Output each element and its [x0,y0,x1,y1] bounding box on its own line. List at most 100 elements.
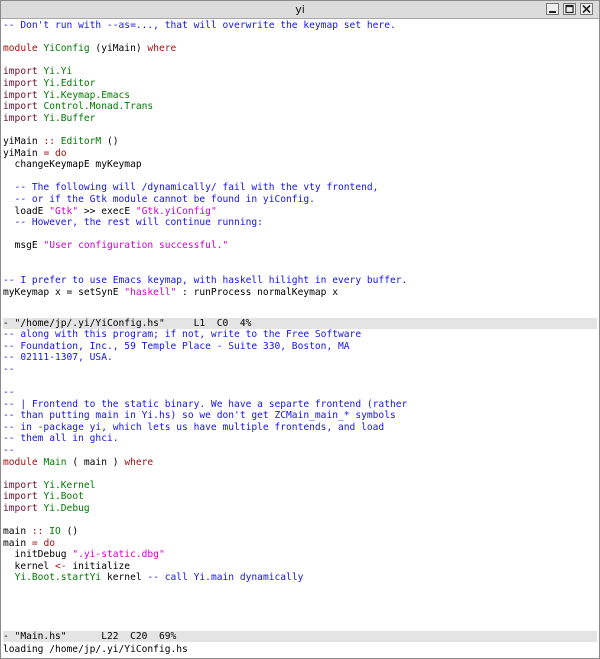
code-token: main [3,537,32,549]
code-line: -- [3,387,597,399]
code-line: yiMain :: EditorM () [3,136,597,148]
code-token: <- [54,560,67,572]
code-token: -- along with this program; if not, writ… [3,329,362,340]
code-line: main = do [3,538,597,550]
code-token: -- 02111-1307, USA. [3,352,113,364]
code-token: Yi.Yi [43,66,73,78]
code-line: -- along with this program; if not, writ… [3,329,597,341]
code-line: import Control.Monad.Trans [3,101,597,113]
code-token: main [3,526,32,538]
code-line: kernel <- initialize [3,561,597,573]
minimize-button[interactable] [546,3,559,15]
code-token: "Gtk.yiConfig" [135,205,217,217]
code-token: ".yi-static.dbg" [72,549,165,561]
window-title: yi [295,3,305,16]
code-token: "User configuration successful." [43,240,229,252]
code-line: Yi.Boot.startYi kernel -- call Yi.main d… [3,572,597,584]
code-token: import [3,66,38,78]
code-token: () [101,135,119,147]
code-line: module Main ( main ) where [3,457,597,469]
code-token: loadE [3,205,50,217]
code-line: -- in -package yi, which lets us have mu… [3,422,597,434]
code-line: yiMain = do [3,148,597,160]
code-line: import Yi.Debug [3,503,597,515]
code-token: -- Foundation, Inc., 59 Temple Place - S… [3,340,350,352]
code-token: Yi.Kernel [43,479,96,491]
bottom-modeline: - "Main.hs" L22 C20 69% [3,631,597,642]
code-line: -- [3,364,597,376]
editor-window: yi -- Don't run with --as=..., that will… [0,0,600,659]
code-token: yiMain [3,135,44,147]
code-token: -- | Frontend to the static binary. We h… [3,398,408,410]
code-token: kernel [3,560,55,572]
maximize-button[interactable] [563,3,576,15]
code-line: loadE "Gtk" >> execE "Gtk.yiConfig" [3,206,597,218]
code-token: import [3,491,38,503]
code-line: changeKeymapE myKeymap [3,159,597,171]
code-token: -- them all in ghci. [3,433,119,445]
code-token: import [3,112,38,124]
code-token: -- [3,444,15,456]
code-line: -- them all in ghci. [3,433,597,445]
title-bar[interactable]: yi [1,1,599,19]
code-token: -- in -package yi, which lets us have mu… [3,421,385,433]
code-line: -- The following will /dynamically/ fail… [3,182,597,194]
code-token: do [55,147,67,159]
code-line: import Yi.Editor [3,78,597,90]
code-token: IO [49,526,61,538]
code-token: -- or if the Gtk module cannot be found … [3,193,315,205]
code-token: initDebug [3,549,73,561]
minibuffer-message[interactable]: loading /home/jp/.yi/YiConfig.hs [3,644,597,655]
code-token: Yi.Boot [43,491,84,503]
code-token: myKeymap x = setSynE [3,286,125,298]
code-line: -- [3,445,597,457]
code-line: -- Don't run with --as=..., that will ov… [3,20,597,32]
code-token: "Gtk" [49,205,79,217]
code-token: Yi.Editor [43,77,96,89]
minimize-icon [549,11,556,13]
code-line: main :: IO () [3,526,597,538]
code-line: import Yi.Kernel [3,480,597,492]
code-token: -- [3,386,15,398]
code-token: Yi.Keymap.Emacs [43,89,131,101]
code-token: -- [3,363,15,375]
bottom-buffer-pane[interactable]: -- along with this program; if not, writ… [3,329,597,629]
code-line: -- However, the rest will continue runni… [3,217,597,229]
code-token: changeKeymapE myKeymap [3,159,142,171]
code-token: initialize [66,560,131,572]
code-token: -- The following will /dynamically/ fail… [3,182,379,194]
code-token: >> execE [78,205,136,217]
code-line: -- than putting main in Yi.hs) so we don… [3,410,597,422]
top-buffer-pane[interactable]: -- Don't run with --as=..., that will ov… [3,20,597,317]
code-token: :: [43,135,55,147]
code-token: "haskell" [124,286,177,298]
code-token: (yiMain) [89,43,148,55]
code-line: myKeymap x = setSynE "haskell" : runProc… [3,287,597,299]
code-token: -- I prefer to use Emacs keymap, with ha… [3,275,408,287]
code-line: module YiConfig (yiMain) where [3,43,597,55]
code-token: Yi.Buffer [43,112,96,124]
code-token: yiMain [3,147,44,159]
code-token: YiConfig [43,43,90,55]
close-icon [582,4,591,14]
code-token: Yi.Boot.startYi [14,572,102,584]
code-line: -- I prefer to use Emacs keymap, with ha… [3,275,597,287]
code-token: where [147,43,177,55]
code-line: -- | Frontend to the static binary. We h… [3,399,597,411]
code-token: module [3,456,38,468]
code-line: import Yi.Buffer [3,113,597,125]
code-token: import [3,77,38,89]
code-line: initDebug ".yi-static.dbg" [3,549,597,561]
close-button[interactable] [580,3,593,15]
code-token: Yi.Debug [43,502,90,514]
